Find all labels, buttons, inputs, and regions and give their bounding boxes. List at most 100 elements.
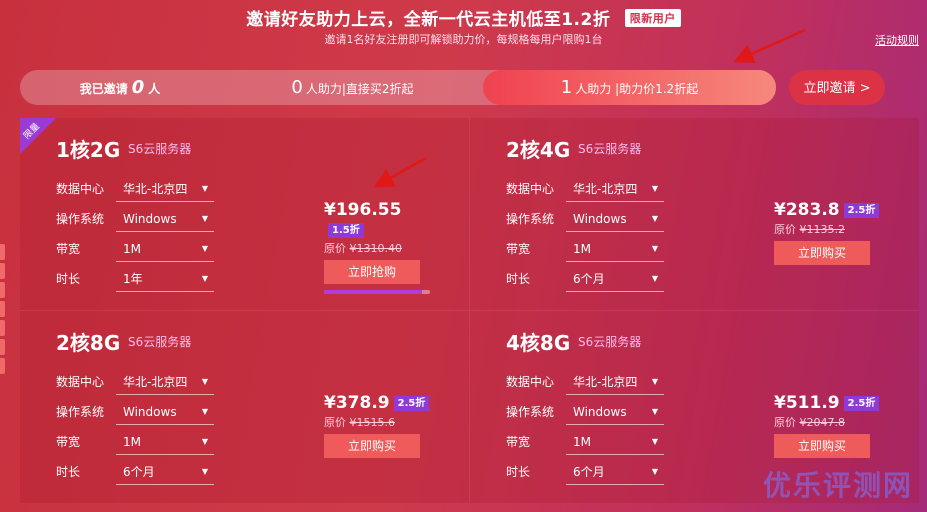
duration-select[interactable]: 6个月 ▼ [566, 266, 664, 292]
discount-badge: 1.5折 [328, 223, 364, 238]
sale-price: ¥196.55 [324, 200, 402, 220]
bandwidth-select[interactable]: 1M ▼ [566, 429, 664, 455]
caret-down-icon: ▼ [651, 274, 658, 283]
price-box: ¥283.8 2.5折 原价 ¥1135.2 立即购买 [774, 200, 884, 265]
side-tab[interactable] [0, 320, 5, 336]
product-card: 2核4G S6云服务器 数据中心 华北-北京四 ▼ 操作系统 Windows ▼ 带… [470, 118, 919, 311]
caret-down-icon: ▼ [651, 244, 658, 253]
os-label: 操作系统 [56, 405, 105, 419]
product-grid: 限量 1核2G S6云服务器 数据中心 华北-北京四 ▼ 操作系统 Windows… [20, 118, 919, 503]
bandwidth-label: 带宽 [506, 242, 531, 256]
page-title: 邀请好友助力上云，全新一代云主机低至1.2折 [246, 10, 611, 30]
discount-badge: 2.5折 [393, 396, 430, 411]
datacenter-label: 数据中心 [56, 182, 105, 196]
price-box: ¥511.9 2.5折 原价 ¥2047.8 立即购买 [774, 393, 884, 458]
rules-link[interactable]: 活动规则 [875, 32, 919, 48]
duration-label: 时长 [506, 465, 531, 479]
original-price: 原价 ¥1310.40 [324, 242, 402, 255]
caret-down-icon: ▼ [201, 467, 208, 476]
caret-down-icon: ▼ [201, 407, 208, 416]
invite-now-button[interactable]: 立即邀请 > [789, 70, 885, 105]
discount-badge: 2.5折 [843, 396, 880, 411]
caret-down-icon: ▼ [201, 274, 208, 283]
product-card: 限量 1核2G S6云服务器 数据中心 华北-北京四 ▼ 操作系统 Windows… [20, 118, 470, 311]
caret-down-icon: ▼ [201, 244, 208, 253]
bandwidth-label: 带宽 [56, 435, 81, 449]
os-label: 操作系统 [506, 405, 555, 419]
duration-label: 时长 [56, 465, 81, 479]
datacenter-select[interactable]: 华北-北京四 ▼ [566, 369, 664, 395]
side-tab[interactable] [0, 263, 5, 279]
new-user-badge: 限新用户 [624, 8, 681, 27]
page-subtitle: 邀请1名好友注册即可解锁助力价，每规格每用户限购1台 [324, 33, 603, 46]
datacenter-label: 数据中心 [506, 182, 555, 196]
duration-select[interactable]: 6个月 ▼ [566, 459, 664, 485]
buy-button[interactable]: 立即抢购 [324, 260, 420, 284]
price-row: ¥511.9 2.5折 [774, 393, 884, 413]
product-spec: 2核4G [506, 138, 571, 162]
bandwidth-select[interactable]: 1M ▼ [566, 236, 664, 262]
datacenter-select[interactable]: 华北-北京四 ▼ [566, 176, 664, 202]
service-name: S6云服务器 [578, 335, 642, 349]
duration-label: 时长 [506, 272, 531, 286]
price-box: ¥196.55 1.5折 原价 ¥1310.40 立即抢购 [324, 200, 434, 294]
price-row: ¥196.55 1.5折 [324, 200, 434, 239]
duration-label: 时长 [56, 272, 81, 286]
product-spec: 4核8G [506, 331, 571, 355]
caret-down-icon: ▼ [201, 437, 208, 446]
sale-price: ¥283.8 [774, 200, 840, 220]
os-select[interactable]: Windows ▼ [566, 206, 664, 232]
duration-select[interactable]: 1年 ▼ [116, 266, 214, 292]
buy-button[interactable]: 立即购买 [324, 434, 420, 458]
sale-price: ¥378.9 [324, 393, 390, 413]
bandwidth-select[interactable]: 1M ▼ [116, 429, 214, 455]
side-tab[interactable] [0, 339, 5, 355]
progress-step-0: 0 人助力|直接买2折起 [291, 77, 414, 98]
product-card: 2核8G S6云服务器 数据中心 华北-北京四 ▼ 操作系统 Windows ▼ 带… [20, 311, 470, 503]
product-spec: 1核2G [56, 138, 121, 162]
caret-down-icon: ▼ [651, 467, 658, 476]
watermark-text: 优乐评测网 [762, 469, 913, 502]
os-select[interactable]: Windows ▼ [566, 399, 664, 425]
page-title-row: 邀请好友助力上云，全新一代云主机低至1.2折 限新用户 [0, 5, 927, 30]
os-label: 操作系统 [56, 212, 105, 226]
stock-progress-fill [324, 290, 422, 294]
caret-down-icon: ▼ [201, 184, 208, 193]
price-row: ¥378.9 2.5折 [324, 393, 434, 413]
bandwidth-label: 带宽 [56, 242, 81, 256]
caret-down-icon: ▼ [651, 184, 658, 193]
buy-button[interactable]: 立即购买 [774, 241, 870, 265]
duration-select[interactable]: 6个月 ▼ [116, 459, 214, 485]
stock-progress-bar [324, 290, 430, 294]
bandwidth-label: 带宽 [506, 435, 531, 449]
caret-down-icon: ▼ [651, 407, 658, 416]
price-row: ¥283.8 2.5折 [774, 200, 884, 220]
caret-down-icon: ▼ [651, 437, 658, 446]
product-spec: 2核8G [56, 331, 121, 355]
datacenter-label: 数据中心 [506, 375, 555, 389]
original-price: 原价 ¥1515.6 [324, 416, 395, 429]
buy-button[interactable]: 立即购买 [774, 434, 870, 458]
side-tab[interactable] [0, 282, 5, 298]
os-select[interactable]: Windows ▼ [116, 399, 214, 425]
sale-price: ¥511.9 [774, 393, 840, 413]
side-tab[interactable] [0, 358, 5, 374]
os-label: 操作系统 [506, 212, 555, 226]
side-tab-strip [0, 244, 5, 377]
original-price: 原价 ¥1135.2 [774, 223, 845, 236]
caret-down-icon: ▼ [201, 377, 208, 386]
datacenter-select[interactable]: 华北-北京四 ▼ [116, 176, 214, 202]
caret-down-icon: ▼ [201, 214, 208, 223]
service-name: S6云服务器 [128, 335, 192, 349]
original-price: 原价 ¥2047.8 [774, 416, 845, 429]
my-invite-count: 我已邀请 0 人 [79, 77, 161, 98]
caret-down-icon: ▼ [651, 214, 658, 223]
os-select[interactable]: Windows ▼ [116, 206, 214, 232]
price-box: ¥378.9 2.5折 原价 ¥1515.6 立即购买 [324, 393, 434, 458]
caret-down-icon: ▼ [651, 377, 658, 386]
service-name: S6云服务器 [128, 142, 192, 156]
bandwidth-select[interactable]: 1M ▼ [116, 236, 214, 262]
side-tab[interactable] [0, 244, 5, 260]
side-tab[interactable] [0, 301, 5, 317]
datacenter-select[interactable]: 华北-北京四 ▼ [116, 369, 214, 395]
